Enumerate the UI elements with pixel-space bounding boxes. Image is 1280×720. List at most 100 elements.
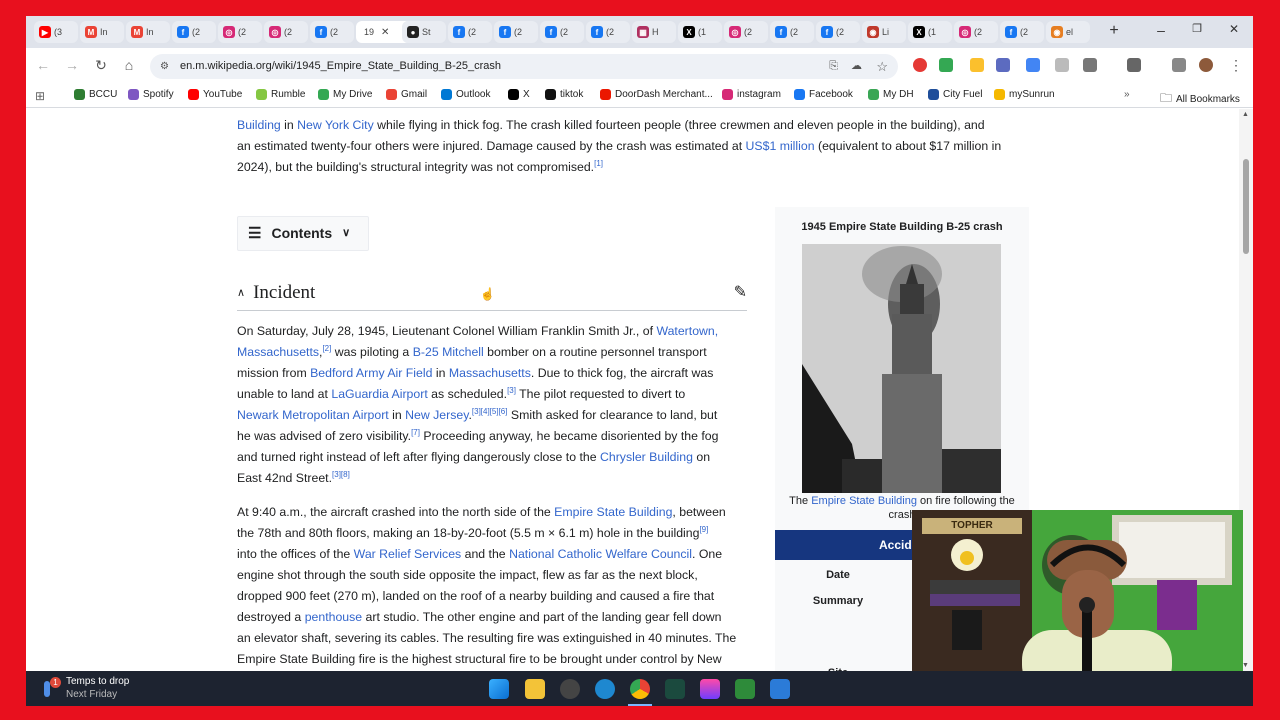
citation[interactable]: [7]: [411, 428, 420, 437]
scrollbar-thumb[interactable]: [1243, 159, 1249, 254]
bookmark-item[interactable]: DoorDash Merchant...: [600, 89, 713, 100]
photos-icon[interactable]: [770, 679, 790, 699]
bookmark-item[interactable]: Facebook: [794, 89, 853, 100]
tab-18[interactable]: ◉ Li: [862, 21, 906, 43]
article-link[interactable]: LaGuardia Airport: [331, 387, 427, 401]
article-link[interactable]: National Catholic Welfare Council: [509, 547, 692, 561]
chrome-icon[interactable]: [630, 679, 650, 699]
article-link[interactable]: Empire State Building: [554, 505, 672, 519]
tab-11[interactable]: f (2: [540, 21, 584, 43]
install-icon[interactable]: ⎘: [829, 54, 838, 79]
forward-icon[interactable]: →: [63, 57, 81, 73]
translate-extension-icon[interactable]: [1026, 58, 1040, 72]
site-info-icon[interactable]: ⚙: [160, 54, 169, 79]
bookmark-star-icon[interactable]: ☆: [876, 54, 888, 79]
close-tab-icon[interactable]: ✕: [381, 27, 389, 38]
citation[interactable]: [3]: [507, 386, 516, 395]
bookmark-item[interactable]: Spotify: [128, 89, 174, 100]
more-bookmarks-icon[interactable]: »: [1124, 89, 1130, 100]
edit-pencil-icon[interactable]: ✎: [734, 282, 747, 303]
tab-10[interactable]: f (2: [494, 21, 538, 43]
bookmark-item[interactable]: X: [508, 89, 530, 100]
tab-4[interactable]: ◎ (2: [218, 21, 262, 43]
bookmark-item[interactable]: BCCU: [74, 89, 117, 100]
extension-icon[interactable]: [970, 58, 984, 72]
restore-button[interactable]: ❐: [1187, 22, 1207, 35]
address-bar[interactable]: ⚙ en.m.wikipedia.org/wiki/1945_Empire_St…: [150, 54, 898, 79]
adblock-extension-icon[interactable]: [913, 58, 927, 72]
bookmark-item[interactable]: City Fuel: [928, 89, 982, 100]
citation[interactable]: [3][4][5][6]: [472, 407, 508, 416]
bookmark-item[interactable]: Outlook: [441, 89, 490, 100]
close-window-button[interactable]: ✕: [1224, 22, 1244, 36]
article-link[interactable]: New Jersey: [405, 408, 468, 422]
article-link[interactable]: Chrysler Building: [600, 450, 693, 464]
share-icon[interactable]: ☁: [851, 54, 862, 79]
extensions-puzzle-icon[interactable]: [1083, 58, 1097, 72]
extension-icon[interactable]: [1055, 58, 1069, 72]
obs-icon[interactable]: [560, 679, 580, 699]
weather-title[interactable]: Temps to drop: [66, 676, 129, 687]
lock-app-icon[interactable]: [735, 679, 755, 699]
article-link[interactable]: Bedford Army Air Field: [310, 366, 432, 380]
article-link[interactable]: Newark Metropolitan Airport: [237, 408, 389, 422]
article-link[interactable]: B-25 Mitchell: [413, 345, 484, 359]
drive-extension-icon[interactable]: [939, 58, 953, 72]
section-heading-incident[interactable]: ∧ Incident ☝ ✎: [237, 275, 747, 311]
all-bookmarks[interactable]: 🗀 All Bookmarks: [1160, 89, 1240, 110]
media-control-icon[interactable]: [1172, 58, 1186, 72]
tab-8[interactable]: ● St: [402, 21, 446, 43]
tab-9[interactable]: f (2: [448, 21, 492, 43]
tab-13[interactable]: ▦ H: [632, 21, 676, 43]
citation[interactable]: [1]: [594, 159, 603, 168]
article-link[interactable]: Massachusetts: [449, 366, 531, 380]
file-explorer-icon[interactable]: [525, 679, 545, 699]
weather-widget-icon[interactable]: 1: [40, 677, 64, 699]
tab-14[interactable]: X (1: [678, 21, 722, 43]
citation[interactable]: [2]: [322, 344, 331, 353]
bookmark-item[interactable]: My DH: [868, 89, 914, 100]
reload-icon[interactable]: ↻: [92, 57, 110, 74]
minimize-button[interactable]: –: [1151, 22, 1171, 38]
home-icon[interactable]: ⌂: [120, 57, 138, 73]
article-link[interactable]: Massachusetts: [237, 345, 319, 359]
tab-22[interactable]: ◉ el: [1046, 21, 1090, 43]
bookmark-item[interactable]: mySunrun: [994, 89, 1055, 100]
tab-17[interactable]: f (2: [816, 21, 860, 43]
tab-2[interactable]: M In: [126, 21, 170, 43]
profile-avatar[interactable]: [1199, 58, 1213, 72]
bookmark-item[interactable]: Rumble: [256, 89, 305, 100]
tab-5[interactable]: ◎ (2: [264, 21, 308, 43]
menu-kebab-icon[interactable]: ⋮: [1227, 57, 1245, 74]
citation[interactable]: [9]: [699, 525, 708, 534]
tab-19[interactable]: X (1: [908, 21, 952, 43]
bookmark-item[interactable]: instagram: [722, 89, 781, 100]
tab-3[interactable]: f (2: [172, 21, 216, 43]
scroll-down-icon[interactable]: ▼: [1242, 662, 1249, 669]
extension-icon[interactable]: [996, 58, 1010, 72]
tab-20[interactable]: ◎ (2: [954, 21, 998, 43]
article-link[interactable]: War Relief Services: [354, 547, 462, 561]
tab-6[interactable]: f (2: [310, 21, 354, 43]
link-new-york-city[interactable]: New York City: [297, 118, 374, 132]
tab-0[interactable]: ▶ (3: [34, 21, 78, 43]
weather-subtitle[interactable]: Next Friday: [66, 689, 117, 700]
tab-21[interactable]: f (2: [1000, 21, 1044, 43]
bookmark-item[interactable]: Gmail: [386, 89, 427, 100]
tab-1[interactable]: M In: [80, 21, 124, 43]
app-icon[interactable]: [665, 679, 685, 699]
citation[interactable]: [3][8]: [332, 470, 350, 479]
link-usd[interactable]: US$1 million: [746, 139, 815, 153]
link-building[interactable]: Building: [237, 118, 281, 132]
building-fire-photo[interactable]: [802, 244, 1001, 493]
apps-grid-icon[interactable]: ⊞: [35, 89, 45, 103]
back-icon[interactable]: ←: [34, 57, 52, 73]
affinity-icon[interactable]: [700, 679, 720, 699]
tab-search-icon[interactable]: [1127, 58, 1141, 72]
article-link[interactable]: Watertown,: [656, 324, 718, 338]
edge-icon[interactable]: [595, 679, 615, 699]
new-tab-button[interactable]: +: [1104, 22, 1124, 40]
article-link[interactable]: penthouse: [305, 610, 362, 624]
link-empire-state-building[interactable]: Empire State Building: [811, 495, 917, 507]
bookmark-item[interactable]: YouTube: [188, 89, 242, 100]
